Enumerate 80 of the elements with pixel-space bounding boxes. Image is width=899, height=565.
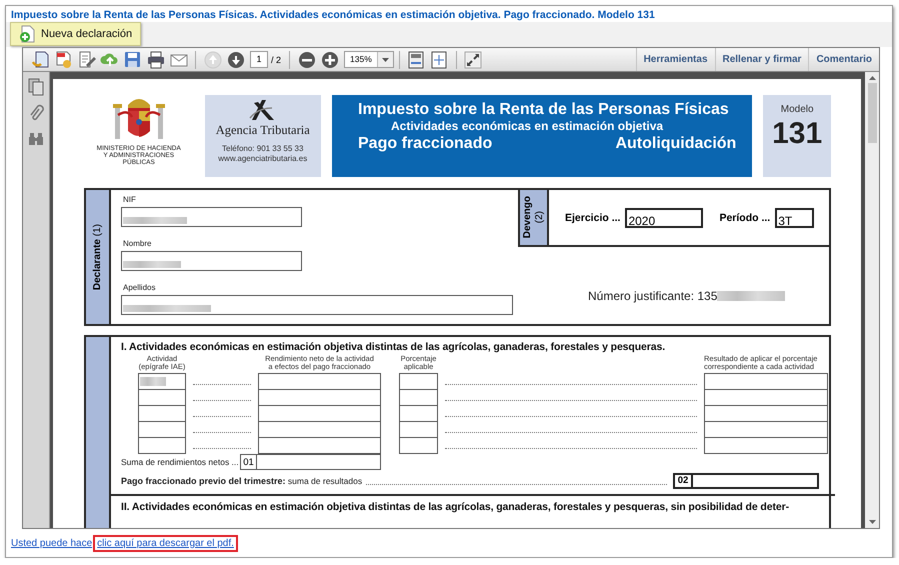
print-icon[interactable] [146, 50, 166, 70]
form-field[interactable] [399, 373, 438, 390]
form-field[interactable] [257, 454, 381, 470]
form-field[interactable] [704, 373, 828, 390]
section-label: Declarante (1) [92, 224, 103, 290]
field-label: Apellidos [123, 283, 156, 292]
form-field[interactable] [121, 207, 302, 227]
redacted-value [123, 217, 187, 224]
receipt-number-label: Número justificante: 135 [588, 289, 718, 303]
edit-icon[interactable] [76, 50, 96, 70]
section-note: (2) [534, 211, 545, 224]
up-caret-icon [868, 76, 876, 80]
agency-name: Agencia Tributaria [216, 123, 310, 138]
redacted-value [140, 377, 166, 386]
box-number: 01 [240, 454, 257, 470]
document-arrow-icon[interactable] [30, 50, 50, 70]
field-label: Período ... [719, 212, 770, 224]
form-field[interactable] [704, 422, 828, 438]
document-plus-icon [19, 25, 35, 43]
field-label: NIF [123, 195, 137, 204]
form-field[interactable] [258, 390, 381, 406]
form-field[interactable] [138, 390, 186, 406]
form-field[interactable] [258, 422, 381, 438]
form-field[interactable] [399, 390, 438, 406]
form-field[interactable] [138, 422, 186, 438]
binoculars-icon[interactable] [28, 130, 44, 146]
save-icon[interactable] [122, 50, 142, 70]
form-field[interactable]: 3T [775, 208, 814, 228]
agency-website: www.agenciatributaria.es [218, 154, 308, 164]
form-field[interactable] [399, 438, 438, 454]
form-field[interactable] [121, 295, 513, 315]
section-label: Devengo [522, 196, 533, 239]
field-label: Ejercicio ... [565, 212, 620, 224]
form-field[interactable] [399, 422, 438, 438]
field-label: Pago fraccionado previo del trimestre: suma de resultados [121, 476, 362, 486]
form-field[interactable] [138, 373, 186, 390]
caret-icon [382, 58, 389, 62]
fit-page-icon[interactable] [429, 50, 450, 70]
form-field[interactable] [704, 390, 828, 406]
fit-width-icon[interactable] [406, 50, 426, 70]
expand-icon[interactable] [463, 50, 484, 70]
footer-link[interactable]: Usted puede hace [11, 538, 92, 548]
page-count: / 2 [271, 54, 282, 64]
section-title: II. Actividades económicas en estimación objetiva distintas de las agrícolas, ganaderas, forestales y pesqueras, sin posibilidad de deter- [121, 501, 790, 513]
down-caret-icon [868, 520, 876, 524]
panel-tab[interactable]: Herramientas [636, 48, 714, 71]
zoom-in-icon[interactable] [320, 50, 340, 70]
redacted-value [123, 261, 181, 268]
banner-subtitle: Actividades económicas en estimación objetiva [390, 119, 664, 133]
form-field[interactable] [399, 406, 438, 422]
form-field[interactable]: 2020 [625, 208, 704, 228]
form-field[interactable] [138, 438, 186, 454]
banner-title: Impuesto sobre la Renta de las Personas Físicas [358, 101, 730, 119]
form-field[interactable] [258, 373, 381, 390]
field-label: Suma de rendimientos netos ... [121, 457, 240, 467]
agency-phone: Teléfono: 901 33 55 33 [222, 144, 304, 154]
pages-icon[interactable] [28, 78, 44, 96]
page-number-field[interactable]: 1 [250, 51, 268, 68]
banner-text: Pago fraccionado [358, 135, 492, 153]
form-title: Impuesto sobre la Renta de las Personas Físicas. Actividades económicas en estimación objetiva. Pago fraccionado. Modelo 131 [10, 8, 656, 22]
zoom-dropdown[interactable]: 135% [344, 51, 394, 68]
form-field[interactable] [258, 406, 381, 422]
form-field[interactable] [258, 438, 381, 454]
scrollbar-thumb[interactable] [868, 83, 876, 143]
panel-tab[interactable]: Rellenar y firmar [714, 48, 808, 71]
field-label: Nombre [123, 239, 152, 248]
panel-tab[interactable]: Comentario [808, 48, 879, 71]
banner-text: Autoliquidación [615, 135, 736, 153]
paperclip-icon[interactable] [28, 104, 44, 122]
model-label: Modelo [780, 104, 814, 115]
download-link[interactable]: clic aquí para descargar el pdf. [97, 538, 234, 548]
form-field[interactable] [704, 438, 828, 454]
form-field[interactable] [121, 251, 302, 271]
form-field[interactable] [704, 406, 828, 422]
section-title: I. Actividades económicas en estimación objetiva distintas de las agrícolas, ganaderas, forestales y pesqueras. [121, 341, 666, 353]
zoom-out-icon[interactable] [296, 50, 317, 70]
scrollbar[interactable] [865, 72, 879, 528]
new-declaration-button[interactable]: Nueva declaración [10, 22, 142, 46]
form-field[interactable] [138, 406, 186, 422]
model-number: 131 [772, 117, 822, 151]
